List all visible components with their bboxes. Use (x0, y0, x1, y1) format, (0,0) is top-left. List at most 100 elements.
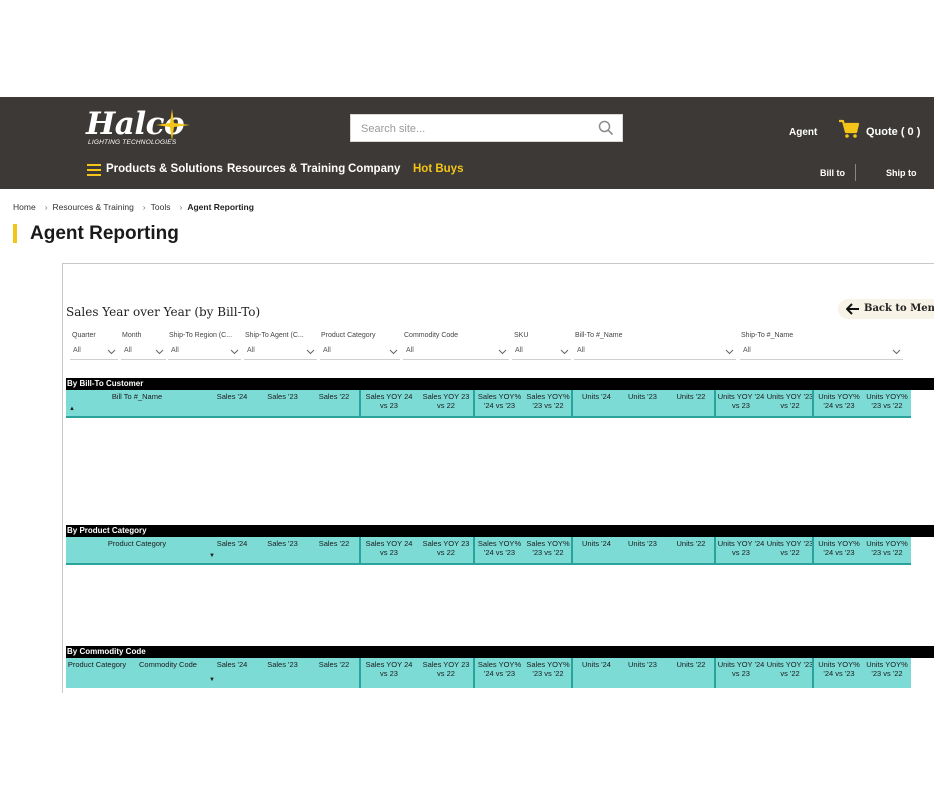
col-header-sales-yoy-23-22[interactable]: Sales YOY 23 vs 22 (419, 539, 473, 557)
breadcrumb-home[interactable]: Home (13, 202, 36, 212)
quote-link[interactable]: Quote ( 0 ) (866, 126, 920, 138)
sort-ascending-icon[interactable]: ▲ (69, 406, 75, 412)
filter-month-select[interactable]: All (121, 345, 166, 360)
section-product-category-title: By Product Category (66, 525, 934, 537)
chevron-down-icon (155, 349, 164, 355)
search-input[interactable]: Search site... (350, 114, 623, 142)
column-group-divider (473, 390, 475, 418)
col-header-sales-yoy-pct-24-23[interactable]: Sales YOY% '24 vs '23 (476, 660, 523, 678)
col-header-sales-23[interactable]: Sales '23 (258, 539, 307, 548)
col-header-product-category[interactable]: Product Category (66, 660, 128, 669)
col-header-sales-22[interactable]: Sales '22 (309, 660, 359, 669)
filter-ship-to-region-select[interactable]: All (168, 345, 241, 360)
halco-logo[interactable]: Halco LIGHTING TECHNOLOGIES (86, 107, 190, 149)
nav-hot-buys[interactable]: Hot Buys (413, 163, 463, 175)
column-group-divider (359, 537, 361, 565)
col-header-sales-24[interactable]: Sales '24 (208, 660, 256, 669)
filter-label-month: Month (122, 332, 142, 339)
section-commodity-code-title: By Commodity Code (66, 646, 934, 658)
filter-ship-to-agent-select[interactable]: All (244, 345, 317, 360)
filter-bill-to-name-value: All (577, 347, 585, 354)
sort-descending-icon[interactable]: ▼ (209, 677, 215, 683)
col-header-sales-yoy-24-23[interactable]: Sales YOY 24 vs 23 (362, 392, 416, 410)
col-header-bill-to-name[interactable]: Bill To #_Name (66, 392, 208, 401)
logo-star-icon (156, 109, 190, 141)
col-header-units-24[interactable]: Units '24 (574, 660, 619, 669)
col-header-sales-yoy-23-22[interactable]: Sales YOY 23 vs 22 (419, 392, 473, 410)
col-header-units-23[interactable]: Units '23 (619, 392, 666, 401)
col-header-sales-yoy-23-22[interactable]: Sales YOY 23 vs 22 (419, 660, 473, 678)
col-header-units-23[interactable]: Units '23 (619, 660, 666, 669)
filter-ship-to-name-select[interactable]: All (740, 345, 903, 360)
product-category-table-header: Product Category Sales '24 Sales '23 Sal… (66, 537, 911, 565)
col-header-units-yoy-pct-24-23[interactable]: Units YOY% '24 vs '23 (815, 392, 863, 410)
filter-bill-to-name-select[interactable]: All (574, 345, 736, 360)
col-header-sales-yoy-pct-23-22[interactable]: Sales YOY% '23 vs '22 (524, 392, 572, 410)
col-header-units-yoy-24-23[interactable]: Units YOY '24 vs 23 (717, 392, 765, 410)
filter-product-category-select[interactable]: All (320, 345, 400, 360)
col-header-units-yoy-pct-24-23[interactable]: Units YOY% '24 vs '23 (815, 539, 863, 557)
sort-descending-icon[interactable]: ▼ (209, 553, 215, 559)
back-to-menu-button[interactable]: Back to Menu (838, 299, 934, 319)
breadcrumb-current: Agent Reporting (187, 202, 254, 212)
col-header-commodity-code[interactable]: Commodity Code (128, 660, 208, 669)
breadcrumb-resources-training[interactable]: Resources & Training (53, 202, 134, 212)
col-header-sales-23[interactable]: Sales '23 (258, 660, 307, 669)
col-header-sales-yoy-pct-24-23[interactable]: Sales YOY% '24 vs '23 (476, 392, 523, 410)
hamburger-menu-icon[interactable] (87, 164, 101, 176)
section-bill-to-customer-title: By Bill-To Customer (66, 378, 934, 390)
col-header-sales-yoy-pct-23-22[interactable]: Sales YOY% '23 vs '22 (524, 660, 572, 678)
col-header-sales-yoy-pct-23-22[interactable]: Sales YOY% '23 vs '22 (524, 539, 572, 557)
col-header-sales-24[interactable]: Sales '24 (208, 539, 256, 548)
search-icon[interactable] (598, 120, 614, 136)
nav-company[interactable]: Company (348, 163, 400, 175)
column-group-divider (714, 537, 716, 565)
breadcrumb-separator-icon: › (179, 202, 183, 212)
col-header-sales-22[interactable]: Sales '22 (309, 392, 359, 401)
bill-to-link[interactable]: Bill to (820, 168, 845, 178)
col-header-units-yoy-pct-23-22[interactable]: Units YOY% '23 vs '22 (863, 392, 911, 410)
col-header-units-22[interactable]: Units '22 (666, 660, 716, 669)
col-header-units-22[interactable]: Units '22 (666, 539, 716, 548)
cart-icon[interactable] (838, 119, 860, 139)
col-header-units-23[interactable]: Units '23 (619, 539, 666, 548)
filter-quarter-value: All (73, 347, 81, 354)
filter-label-ship-to-agent: Ship-To Agent (C... (245, 332, 304, 339)
page-title: Agent Reporting (30, 223, 179, 244)
col-header-units-24[interactable]: Units '24 (574, 539, 619, 548)
col-header-units-yoy-23-22[interactable]: Units YOY '23 vs '22 (766, 660, 814, 678)
col-header-units-yoy-24-23[interactable]: Units YOY '24 vs 23 (717, 539, 765, 557)
col-header-units-yoy-pct-23-22[interactable]: Units YOY% '23 vs '22 (863, 660, 911, 678)
agent-link[interactable]: Agent (789, 127, 817, 138)
col-header-sales-24[interactable]: Sales '24 (208, 392, 256, 401)
filter-label-ship-to-region: Ship-To Region (C... (169, 332, 233, 339)
col-header-sales-yoy-24-23[interactable]: Sales YOY 24 vs 23 (362, 660, 416, 678)
nav-products-solutions[interactable]: Products & Solutions (106, 163, 223, 175)
breadcrumb-separator-icon: › (44, 202, 48, 212)
filter-label-ship-to-name: Ship-To #_Name (741, 332, 794, 339)
col-header-units-yoy-23-22[interactable]: Units YOY '23 vs '22 (766, 392, 814, 410)
column-group-divider (571, 537, 573, 565)
col-header-sales-yoy-pct-24-23[interactable]: Sales YOY% '24 vs '23 (476, 539, 523, 557)
nav-resources-training[interactable]: Resources & Training (227, 163, 345, 175)
col-header-sales-yoy-24-23[interactable]: Sales YOY 24 vs 23 (362, 539, 416, 557)
col-header-product-category[interactable]: Product Category (66, 539, 208, 548)
filter-commodity-code-select[interactable]: All (403, 345, 509, 360)
col-header-units-yoy-23-22[interactable]: Units YOY '23 vs '22 (766, 539, 814, 557)
filter-sku-select[interactable]: All (512, 345, 571, 360)
breadcrumb-tools[interactable]: Tools (151, 202, 171, 212)
column-group-divider (812, 658, 814, 688)
column-group-divider (571, 658, 573, 688)
commodity-code-table-header: Product Category Commodity Code Sales '2… (66, 658, 911, 688)
column-group-divider (359, 658, 361, 688)
filter-quarter-select[interactable]: All (70, 345, 118, 360)
ship-to-link[interactable]: Ship to (886, 168, 917, 178)
col-header-units-yoy-pct-23-22[interactable]: Units YOY% '23 vs '22 (863, 539, 911, 557)
col-header-sales-22[interactable]: Sales '22 (309, 539, 359, 548)
col-header-sales-23[interactable]: Sales '23 (258, 392, 307, 401)
col-header-units-22[interactable]: Units '22 (666, 392, 716, 401)
col-header-units-yoy-24-23[interactable]: Units YOY '24 vs 23 (717, 660, 765, 678)
col-header-units-24[interactable]: Units '24 (574, 392, 619, 401)
col-header-units-yoy-pct-24-23[interactable]: Units YOY% '24 vs '23 (815, 660, 863, 678)
chevron-down-icon (725, 349, 734, 355)
